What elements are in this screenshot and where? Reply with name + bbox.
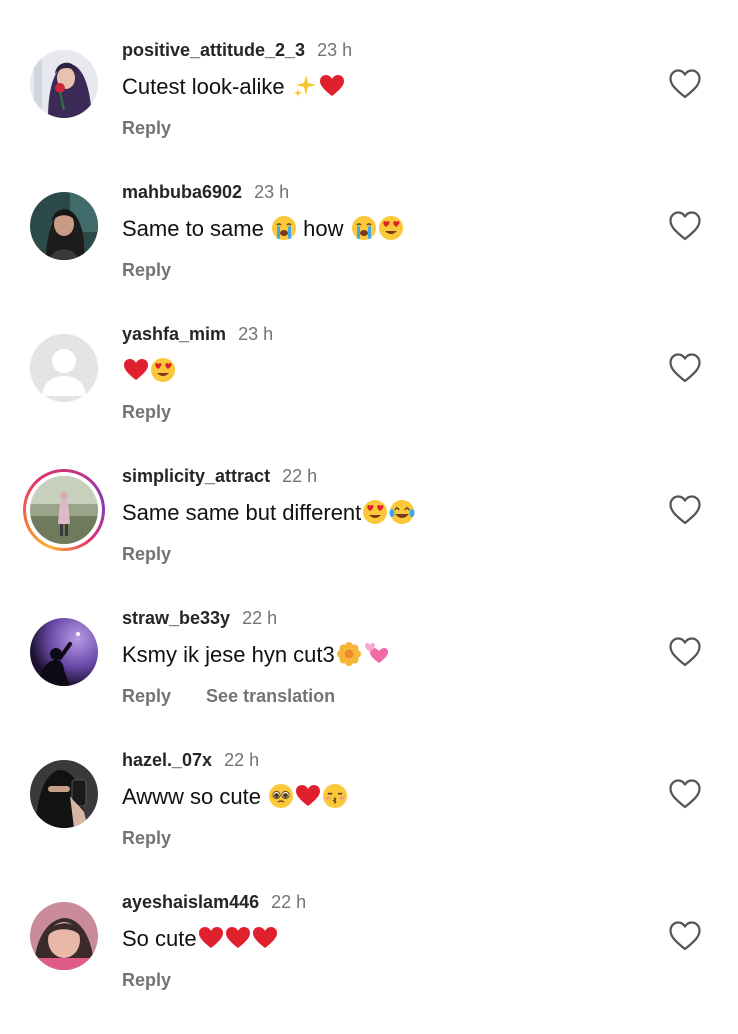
default-user-avatar — [30, 334, 98, 402]
avatar[interactable] — [30, 192, 98, 260]
like-heart-icon[interactable] — [668, 210, 702, 242]
comment-actions: Reply — [122, 402, 171, 423]
reply-button[interactable]: Reply — [122, 970, 171, 990]
avatar[interactable] — [30, 618, 98, 686]
comment-meta: yashfa_mim 23 h — [122, 324, 273, 350]
comment-text — [122, 356, 176, 386]
comment-body: Ksmy ik jese hyn cut3 — [122, 642, 335, 667]
pleading-face-emoji — [268, 783, 294, 809]
red-heart-emoji — [198, 925, 224, 951]
silhouette-purple-avatar — [30, 618, 98, 686]
like-heart-icon[interactable] — [668, 352, 702, 384]
timestamp: 23 h — [254, 182, 290, 202]
comment-body-continued: how — [303, 216, 344, 241]
avatar[interactable] — [30, 50, 98, 118]
comment-text: So cute — [122, 924, 278, 954]
comment-text: Same same but different — [122, 498, 415, 528]
avatar[interactable] — [30, 334, 98, 402]
comment-item: simplicity_attract 22 h Same same but di… — [0, 466, 738, 608]
comment-meta: positive_attitude_2_3 23 h — [122, 40, 352, 66]
heart-eyes-emoji — [378, 215, 404, 241]
red-heart-emoji — [319, 73, 345, 99]
comment-body: Same same but different — [122, 500, 362, 525]
comment-actions: Reply — [122, 118, 171, 139]
blossom-emoji — [336, 641, 362, 667]
comment-text: Awww so cute — [122, 782, 348, 812]
red-heart-emoji — [123, 357, 149, 383]
kissing-face-emoji — [322, 783, 348, 809]
comment-item: mahbuba6902 23 h Same to same how Reply — [0, 182, 738, 324]
comment-meta: mahbuba6902 23 h — [122, 182, 289, 208]
red-heart-emoji — [225, 925, 251, 951]
comment-actions: Reply — [122, 970, 171, 991]
timestamp: 22 h — [271, 892, 307, 912]
comment-text: Cutest look-alike — [122, 72, 345, 102]
reply-button[interactable]: Reply — [122, 118, 171, 138]
revolving-hearts-emoji — [363, 641, 389, 667]
reply-button[interactable]: Reply — [122, 828, 171, 848]
comment-meta: hazel._07x 22 h — [122, 750, 259, 776]
comment-item: positive_attitude_2_3 23 h Cutest look-a… — [0, 40, 738, 182]
like-heart-icon[interactable] — [668, 68, 702, 100]
comment-item: yashfa_mim 23 h Reply — [0, 324, 738, 466]
tears-of-joy-emoji — [389, 499, 415, 525]
red-heart-emoji — [295, 783, 321, 809]
timestamp: 22 h — [242, 608, 278, 628]
comment-text: Ksmy ik jese hyn cut3 — [122, 640, 389, 670]
girl-pink-avatar — [30, 902, 98, 970]
comment-body: Awww so cute — [122, 784, 261, 809]
comment-meta: straw_be33y 22 h — [122, 608, 277, 634]
comment-meta: ayeshaislam446 22 h — [122, 892, 306, 918]
reply-button[interactable]: Reply — [122, 260, 171, 280]
username[interactable]: positive_attitude_2_3 — [122, 40, 305, 61]
reply-button[interactable]: Reply — [122, 686, 171, 706]
comment-text: Same to same how — [122, 214, 404, 244]
heart-eyes-emoji — [362, 499, 388, 525]
timestamp: 23 h — [317, 40, 353, 60]
username[interactable]: hazel._07x — [122, 750, 212, 771]
comment-actions: Reply — [122, 544, 171, 565]
reply-button[interactable]: Reply — [122, 544, 171, 564]
avatar[interactable] — [30, 902, 98, 970]
reply-button[interactable]: Reply — [122, 402, 171, 422]
veiled-selfie-avatar — [30, 760, 98, 828]
comment-item: straw_be33y 22 h Ksmy ik jese hyn cut3 R… — [0, 608, 738, 750]
timestamp: 22 h — [282, 466, 318, 486]
like-heart-icon[interactable] — [668, 920, 702, 952]
comment-actions: Reply — [122, 828, 171, 849]
username[interactable]: yashfa_mim — [122, 324, 226, 345]
username[interactable]: ayeshaislam446 — [122, 892, 259, 913]
comment-item: ayeshaislam446 22 h So cute Reply — [0, 892, 738, 1034]
timestamp: 22 h — [224, 750, 260, 770]
comment-body: So cute — [122, 926, 197, 951]
like-heart-icon[interactable] — [668, 494, 702, 526]
woman-with-rose-avatar — [30, 50, 98, 118]
comment-body: Cutest look-alike — [122, 74, 285, 99]
comment-meta: simplicity_attract 22 h — [122, 466, 317, 492]
comment-actions: Reply — [122, 260, 171, 281]
username[interactable]: simplicity_attract — [122, 466, 270, 487]
heart-eyes-emoji — [150, 357, 176, 383]
like-heart-icon[interactable] — [668, 778, 702, 810]
standing-figure-avatar — [30, 476, 98, 544]
woman-portrait-avatar — [30, 192, 98, 260]
comment-actions: Reply See translation — [122, 686, 335, 707]
comment-item: hazel._07x 22 h Awww so cute Reply — [0, 750, 738, 892]
timestamp: 23 h — [238, 324, 274, 344]
like-heart-icon[interactable] — [668, 636, 702, 668]
red-heart-emoji — [252, 925, 278, 951]
avatar[interactable] — [30, 760, 98, 828]
loudly-crying-emoji — [351, 215, 377, 241]
comment-body: Same to same — [122, 216, 264, 241]
username[interactable]: mahbuba6902 — [122, 182, 242, 203]
loudly-crying-emoji — [271, 215, 297, 241]
see-translation-button[interactable]: See translation — [206, 686, 335, 706]
sparkles-emoji — [292, 73, 318, 99]
username[interactable]: straw_be33y — [122, 608, 230, 629]
avatar-story-ring[interactable] — [23, 469, 105, 551]
